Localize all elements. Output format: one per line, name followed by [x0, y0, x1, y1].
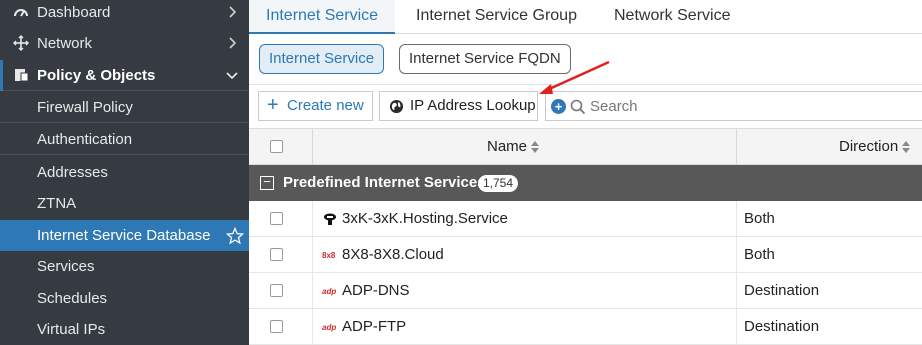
tab-internet-service-group[interactable]: Internet Service Group [399, 0, 594, 34]
sidebar-item-label: Schedules [37, 290, 108, 307]
service-direction: Both [744, 210, 775, 227]
sidebar-item-virtual-ips[interactable]: Virtual IPs [0, 314, 249, 345]
sidebar: Dashboard Network Policy & Objects Firew… [0, 0, 249, 345]
8x8-logo-icon: 8x8 [322, 251, 336, 260]
globe-icon [389, 99, 404, 114]
adp-logo-icon: adp [322, 287, 336, 296]
sidebar-item-label: Internet Service Database [37, 227, 211, 244]
sidebar-item-label: Network [37, 34, 93, 52]
tab-network-service[interactable]: Network Service [597, 0, 747, 34]
active-section-marker [0, 60, 3, 91]
sidebar-item-label: ZTNA [37, 195, 77, 212]
sidebar-item-addresses[interactable]: Addresses [0, 157, 249, 188]
sidebar-item-label: Firewall Policy [37, 98, 133, 116]
sort-icon [531, 141, 540, 154]
column-header-name-label: Name [487, 138, 528, 155]
search-icon [570, 99, 586, 115]
group-count-badge: 1,754 [478, 175, 519, 192]
table-header: Name Direction [249, 128, 922, 165]
sidebar-item-network[interactable]: Network [0, 28, 249, 58]
sidebar-item-label: Dashboard [37, 3, 111, 21]
sidebar-item-label: Policy & Objects [37, 66, 156, 84]
select-all-checkbox[interactable] [270, 140, 283, 153]
annotation-arrow [539, 60, 610, 94]
column-header-direction-label: Direction [839, 138, 899, 155]
subtab-internet-service[interactable]: Internet Service [259, 44, 385, 74]
sidebar-item-services[interactable]: Services [0, 251, 249, 282]
service-name: ADP-DNS [342, 282, 410, 299]
service-name: 8X8-8X8.Cloud [342, 246, 444, 263]
sidebar-item-authentication[interactable]: Authentication [0, 124, 249, 155]
column-divider [312, 201, 313, 237]
column-divider [312, 237, 313, 273]
dashboard-icon [12, 3, 30, 21]
table-row[interactable]: 8x8 8X8-8X8.Cloud Both [249, 237, 922, 273]
chevron-right-icon [229, 6, 237, 18]
column-divider [736, 237, 737, 273]
sidebar-item-label: Addresses [37, 164, 108, 181]
tab-internet-service[interactable]: Internet Service [249, 0, 396, 34]
row-checkbox[interactable] [270, 248, 283, 261]
ip-address-lookup-label: IP Address Lookup [410, 97, 536, 114]
policy-objects-icon [12, 66, 30, 84]
row-checkbox[interactable] [270, 212, 283, 225]
search-input[interactable] [590, 96, 890, 116]
service-name: ADP-FTP [342, 318, 407, 335]
favorite-star-icon[interactable] [226, 226, 244, 245]
table-row[interactable]: 3xK-3xK.Hosting.Service Both [249, 201, 922, 237]
ip-address-lookup-button[interactable]: IP Address Lookup [379, 91, 538, 121]
create-new-label: Create new [287, 97, 364, 114]
sidebar-item-internet-service-database[interactable]: Internet Service Database [0, 220, 249, 251]
sidebar-item-label: Services [37, 258, 95, 275]
sidebar-item-dashboard[interactable]: Dashboard [0, 0, 249, 27]
row-checkbox[interactable] [270, 284, 283, 297]
main-content: Internet Service Internet Service Group … [249, 0, 922, 345]
column-divider [736, 129, 737, 165]
tab-bar: Internet Service Internet Service Group … [249, 0, 922, 34]
create-new-button[interactable]: + Create new [258, 91, 373, 121]
table-row[interactable]: adp ADP-FTP Destination [249, 309, 922, 345]
network-icon [12, 34, 30, 52]
group-label: Predefined Internet Services [283, 174, 486, 191]
svg-text:adp: adp [322, 323, 336, 332]
column-divider [312, 273, 313, 309]
sidebar-item-ztna[interactable]: ZTNA [0, 188, 249, 219]
svg-text:8x8: 8x8 [322, 251, 336, 260]
svg-text:adp: adp [322, 287, 336, 296]
sidebar-item-firewall-policy[interactable]: Firewall Policy [0, 92, 249, 123]
column-divider [736, 309, 737, 345]
sidebar-item-label: Virtual IPs [37, 321, 106, 338]
column-divider [312, 129, 313, 165]
column-divider [736, 273, 737, 309]
table-row[interactable]: adp ADP-DNS Destination [249, 273, 922, 309]
app-window: Dashboard Network Policy & Objects Firew… [0, 0, 922, 345]
service-name: 3xK-3xK.Hosting.Service [342, 210, 508, 227]
chevron-right-icon [229, 37, 237, 49]
chevron-down-icon [226, 72, 238, 80]
hosting-service-icon [324, 213, 336, 225]
column-header-name[interactable]: Name [487, 129, 540, 165]
service-direction: Destination [744, 282, 820, 299]
plus-icon: + [267, 94, 279, 116]
adp-logo-icon: adp [322, 323, 336, 332]
service-direction: Both [744, 246, 775, 263]
sidebar-item-policy-objects[interactable]: Policy & Objects [0, 60, 249, 91]
sidebar-item-label: Authentication [37, 130, 133, 148]
row-checkbox[interactable] [270, 320, 283, 333]
column-header-direction[interactable]: Direction [839, 129, 911, 165]
add-filter-icon[interactable]: + [551, 99, 566, 114]
sort-icon [902, 141, 911, 154]
group-row[interactable]: − Predefined Internet Services 1,754 [249, 165, 922, 201]
column-divider [736, 201, 737, 237]
service-direction: Destination [744, 318, 820, 335]
sidebar-item-schedules[interactable]: Schedules [0, 283, 249, 314]
column-divider [312, 309, 313, 345]
collapse-toggle-icon[interactable]: − [260, 175, 274, 190]
